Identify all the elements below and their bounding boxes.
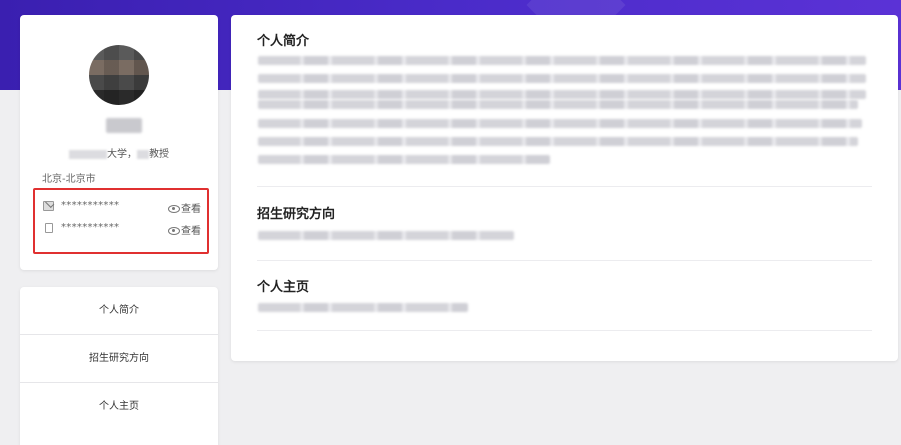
contact-box: *********** 查看 *********** 查看	[33, 188, 209, 254]
university-name-redacted	[69, 149, 107, 159]
title-prefix-redacted	[137, 149, 149, 159]
profile-name-redacted	[106, 118, 142, 133]
section-title-intro: 个人简介	[257, 34, 310, 49]
section-title-homepage: 个人主页	[257, 280, 310, 295]
intro-text-redacted	[258, 119, 862, 128]
section-divider	[257, 186, 872, 187]
email-masked: ***********	[61, 200, 120, 211]
intro-text-redacted	[258, 155, 550, 164]
intro-text-redacted	[258, 56, 866, 65]
view-email-button[interactable]: 查看	[168, 200, 201, 215]
section-divider	[257, 260, 872, 261]
phone-masked: ***********	[61, 222, 120, 233]
nav-item-intro[interactable]: 个人简介	[20, 287, 218, 335]
nav-item-research[interactable]: 招生研究方向	[20, 335, 218, 383]
title-suffix-position: 教授	[149, 149, 169, 160]
section-divider	[257, 330, 872, 331]
view-phone-button[interactable]: 查看	[168, 222, 201, 237]
view-email-label: 查看	[181, 204, 201, 215]
email-row: *********** 查看	[43, 200, 201, 215]
intro-text-redacted	[258, 90, 866, 99]
phone-icon	[45, 223, 53, 233]
intro-text-redacted	[258, 100, 858, 109]
intro-text-redacted	[258, 137, 858, 146]
title-suffix-university: 大学，	[107, 149, 137, 160]
profile-card: 大学， 教授 北京-北京市 *********** 查看 *********** …	[20, 15, 218, 270]
phone-row: *********** 查看	[43, 222, 201, 237]
avatar	[89, 45, 149, 105]
main-content-card: 个人简介 招生研究方向 个人主页	[231, 15, 898, 361]
mail-icon	[43, 201, 54, 211]
profile-title: 大学， 教授	[20, 145, 218, 160]
intro-text-redacted	[258, 74, 866, 83]
eye-icon	[168, 205, 180, 213]
section-nav: 个人简介 招生研究方向 个人主页	[20, 287, 218, 445]
section-title-research: 招生研究方向	[257, 207, 336, 222]
view-phone-label: 查看	[181, 226, 201, 237]
location-text: 北京-北京市	[42, 174, 96, 185]
eye-icon	[168, 227, 180, 235]
homepage-link-redacted[interactable]	[258, 303, 468, 312]
research-text-redacted	[258, 231, 514, 240]
nav-item-homepage[interactable]: 个人主页	[20, 383, 218, 430]
